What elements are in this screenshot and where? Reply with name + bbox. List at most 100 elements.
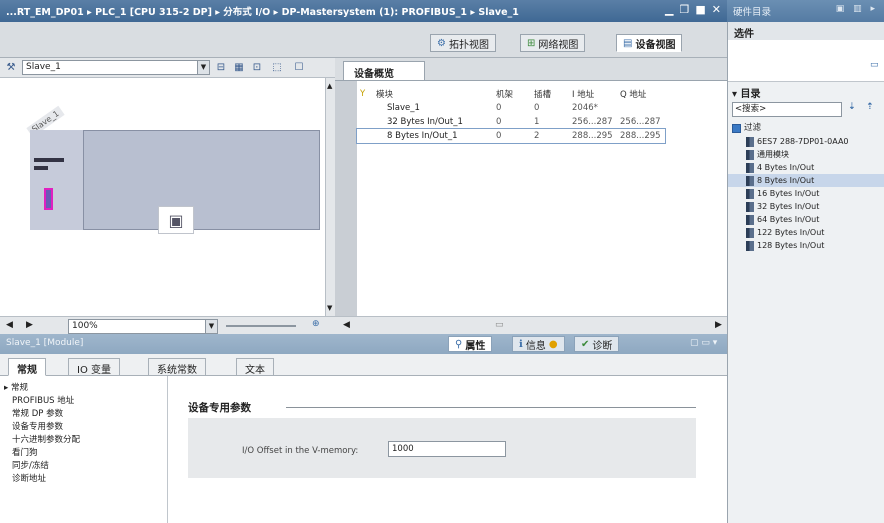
cell-rack[interactable]: 0 — [493, 101, 531, 115]
checkbox-checked-icon[interactable] — [732, 124, 741, 133]
nav-item-diagnostics-address[interactable]: 诊断地址 — [4, 473, 167, 486]
column-header-rack[interactable]: 机架 — [493, 87, 531, 101]
search-up-icon[interactable]: ⇡ — [866, 102, 874, 112]
scroll-left-icon[interactable]: ◀ — [6, 320, 13, 330]
catalog-item[interactable]: 16 Bytes In/Out — [728, 187, 884, 200]
cell-rack[interactable]: 0 — [493, 129, 531, 143]
show-plugged-icon[interactable]: ⊟ — [214, 61, 228, 74]
nav-item-profibus-address[interactable]: PROFIBUS 地址 — [4, 395, 167, 408]
table-row[interactable]: Slave_1 0 0 2046* — [357, 101, 665, 115]
scroll-up-icon[interactable]: ▲ — [327, 82, 332, 90]
overview-navigation-icon[interactable]: ⊕ — [312, 319, 320, 329]
scroll-left-icon[interactable]: ◀ — [343, 320, 350, 330]
filter-icon[interactable]: Y — [357, 87, 373, 101]
cell-slot[interactable]: 2 — [531, 129, 569, 143]
catalog-item[interactable]: 4 Bytes In/Out — [728, 161, 884, 174]
tab-topology-view[interactable]: ⚙ 拓扑视图 — [430, 34, 496, 52]
module-icon — [746, 214, 754, 225]
view-options-icon[interactable]: ☐ — [292, 61, 306, 74]
catalog-item-selected[interactable]: 8 Bytes In/Out — [728, 174, 884, 187]
tab-system-constants[interactable]: 系统常数 — [148, 358, 206, 376]
column-header-q-address[interactable]: Q 地址 — [617, 87, 665, 101]
canvas-vertical-scrollbar[interactable]: ▲ ▼ — [325, 78, 335, 316]
zoom-slider[interactable] — [226, 325, 296, 327]
module-icon — [746, 227, 754, 238]
zoom-dropdown[interactable]: 100% ▼ — [68, 319, 218, 334]
cell-module[interactable]: 32 Bytes In/Out_1 — [373, 115, 493, 129]
options-area: ▭ — [728, 40, 884, 82]
catalog-item[interactable]: 通用模块 — [728, 148, 884, 161]
restore-icon[interactable]: ❐ — [680, 3, 690, 16]
scroll-right-icon[interactable]: ▶ — [715, 320, 722, 330]
scroll-thumb[interactable]: ▭ — [495, 320, 504, 330]
topology-icon: ⚙ — [437, 37, 446, 49]
module-icon — [746, 188, 754, 199]
tab-general[interactable]: 常规 — [8, 358, 46, 376]
section-divider — [286, 407, 696, 408]
nav-item-hex-params[interactable]: 十六进制参数分配 — [4, 434, 167, 447]
column-header-i-address[interactable]: I 地址 — [569, 87, 617, 101]
minimize-icon[interactable]: ▁ — [665, 3, 673, 16]
cell-slot[interactable]: 0 — [531, 101, 569, 115]
cell-i-address[interactable]: 288...295 — [569, 129, 617, 143]
scroll-right-icon[interactable]: ▶ — [26, 320, 33, 330]
panel-window-controls[interactable]: ▣ ▥ ▸ — [836, 4, 878, 14]
tab-network-view[interactable]: ⊞ 网络视图 — [520, 34, 586, 52]
options-button-icon[interactable]: ▭ — [870, 60, 879, 70]
page-break-icon[interactable]: ⊡ — [250, 61, 264, 74]
device-select-dropdown[interactable]: Slave_1 ▼ — [22, 60, 210, 75]
table-icon[interactable]: ▦ — [232, 61, 246, 74]
module-icon — [746, 201, 754, 212]
nav-item-general[interactable]: ▸ 常规 — [4, 382, 167, 395]
cell-q-address[interactable]: 288...295 — [617, 129, 665, 143]
catalog-search-input[interactable]: <搜索> — [732, 102, 842, 117]
cell-module[interactable]: 8 Bytes In/Out_1 — [373, 129, 493, 143]
catalog-header[interactable]: ▾ 目录 — [728, 84, 884, 100]
module-icon — [746, 136, 754, 147]
cell-q-address[interactable] — [617, 101, 665, 115]
scroll-down-icon[interactable]: ▼ — [327, 304, 332, 312]
table-horizontal-scrollbar[interactable]: ◀ ▭ ▶ — [335, 316, 727, 334]
selected-slot-marker[interactable] — [44, 188, 53, 210]
tab-info[interactable]: ℹ 信息 ● — [512, 336, 565, 352]
column-header-module[interactable]: 模块 — [373, 87, 493, 101]
cell-i-address[interactable]: 256...287 — [569, 115, 617, 129]
io-offset-input[interactable]: 1000 — [388, 441, 506, 457]
device-overview-table: Y 模块 机架 插槽 I 地址 Q 地址 Slave_1 0 0 2046* 3… — [335, 80, 727, 316]
options-header[interactable]: 选件 — [728, 22, 884, 40]
chevron-down-icon: ▼ — [197, 61, 209, 74]
catalog-item[interactable]: 122 Bytes In/Out — [728, 226, 884, 239]
tab-properties[interactable]: ⚲ 属性 — [448, 336, 493, 352]
canvas-status-bar: ◀ ▶ 100% ▼ ⊕ — [0, 316, 335, 334]
catalog-item[interactable]: 128 Bytes In/Out — [728, 239, 884, 252]
table-row-selected[interactable]: 8 Bytes In/Out_1 0 2 288...295 288...295 — [356, 128, 666, 144]
catalog-item[interactable]: 6ES7 288-7DP01-0AA0 — [728, 135, 884, 148]
cell-slot[interactable]: 1 — [531, 115, 569, 129]
catalog-item[interactable]: 64 Bytes In/Out — [728, 213, 884, 226]
nav-item-device-params[interactable]: 设备专用参数 — [12, 422, 63, 432]
zoom-icon[interactable]: ⬚ — [270, 61, 284, 74]
column-header-slot[interactable]: 插槽 — [531, 87, 569, 101]
close-icon[interactable]: ✕ — [712, 3, 721, 16]
cell-q-address[interactable]: 256...287 — [617, 115, 665, 129]
table-row[interactable]: 32 Bytes In/Out_1 0 1 256...287 256...28… — [357, 115, 665, 129]
device-image-icon[interactable]: ▣ — [158, 206, 194, 234]
nav-item-watchdog[interactable]: 看门狗 — [4, 447, 167, 460]
filter-checkbox-row[interactable]: 过滤 — [728, 122, 884, 135]
catalog-item[interactable]: 32 Bytes In/Out — [728, 200, 884, 213]
nav-item-sync-freeze[interactable]: 同步/冻结 — [4, 460, 167, 473]
cell-i-address[interactable]: 2046* — [569, 101, 617, 115]
tab-texts[interactable]: 文本 — [236, 358, 274, 376]
cell-rack[interactable]: 0 — [493, 115, 531, 129]
search-down-icon[interactable]: ⇣ — [848, 102, 856, 112]
maximize-icon[interactable]: ■ — [695, 3, 705, 16]
tab-device-overview[interactable]: 设备概览 — [343, 61, 425, 80]
tab-device-view[interactable]: ▤ 设备视图 — [616, 34, 683, 52]
tab-io-tags[interactable]: IO 变量 — [68, 358, 120, 376]
cell-module[interactable]: Slave_1 — [373, 101, 493, 115]
tab-diagnostics[interactable]: ✔ 诊断 — [574, 336, 620, 352]
rack-head-module[interactable] — [30, 130, 84, 230]
inspector-window-controls[interactable]: ▢ ▭ ▾ — [690, 338, 717, 348]
nav-item-general-dp-params[interactable]: 常规 DP 参数 — [4, 408, 167, 421]
device-tree-icon[interactable]: ⚒ — [4, 61, 18, 74]
